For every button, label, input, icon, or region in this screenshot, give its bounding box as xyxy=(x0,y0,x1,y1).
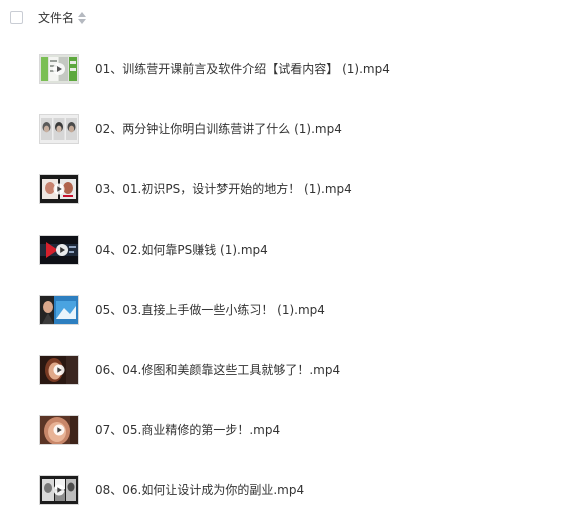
video-thumbnail[interactable] xyxy=(39,174,79,205)
video-thumbnail[interactable] xyxy=(39,415,79,446)
file-list: 01、训练营开课前言及软件介绍【试看内容】 (1).mp4 02、两分钟让你明白… xyxy=(0,38,579,520)
video-thumbnail[interactable] xyxy=(39,354,79,385)
column-title-filename[interactable]: 文件名 xyxy=(38,10,74,26)
file-name[interactable]: 01、训练营开课前言及软件介绍【试看内容】 (1).mp4 xyxy=(95,61,390,77)
file-name[interactable]: 08、06.如何让设计成为你的副业.mp4 xyxy=(95,482,304,498)
file-row[interactable]: 05、03.直接上手做一些小练习！ (1).mp4 xyxy=(0,279,579,339)
file-row[interactable]: 02、两分钟让你明白训练营讲了什么 (1).mp4 xyxy=(0,98,579,158)
select-all-checkbox[interactable] xyxy=(10,11,23,24)
file-list-header: 文件名 xyxy=(0,0,579,38)
file-row[interactable]: 08、06.如何让设计成为你的副业.mp4 xyxy=(0,459,579,519)
video-thumbnail[interactable] xyxy=(39,114,79,145)
file-name[interactable]: 06、04.修图和美颜靠这些工具就够了！.mp4 xyxy=(95,362,340,378)
file-name[interactable]: 05、03.直接上手做一些小练习！ (1).mp4 xyxy=(95,302,325,318)
file-name[interactable]: 07、05.商业精修的第一步！.mp4 xyxy=(95,422,280,438)
file-name[interactable]: 04、02.如何靠PS赚钱 (1).mp4 xyxy=(95,242,268,258)
video-thumbnail[interactable] xyxy=(39,234,79,265)
sort-icon[interactable] xyxy=(78,12,86,24)
file-row[interactable]: 01、训练营开课前言及软件介绍【试看内容】 (1).mp4 xyxy=(0,38,579,98)
file-name[interactable]: 03、01.初识PS，设计梦开始的地方！ (1).mp4 xyxy=(95,181,352,197)
file-row[interactable]: 07、05.商业精修的第一步！.mp4 xyxy=(0,399,579,459)
file-row[interactable]: 06、04.修图和美颜靠这些工具就够了！.mp4 xyxy=(0,339,579,399)
video-thumbnail[interactable] xyxy=(39,294,79,325)
file-name[interactable]: 02、两分钟让你明白训练营讲了什么 (1).mp4 xyxy=(95,121,342,137)
video-thumbnail[interactable] xyxy=(39,54,79,84)
file-row[interactable]: 04、02.如何靠PS赚钱 (1).mp4 xyxy=(0,219,579,279)
video-thumbnail[interactable] xyxy=(39,475,79,506)
file-row[interactable]: 03、01.初识PS，设计梦开始的地方！ (1).mp4 xyxy=(0,158,579,218)
